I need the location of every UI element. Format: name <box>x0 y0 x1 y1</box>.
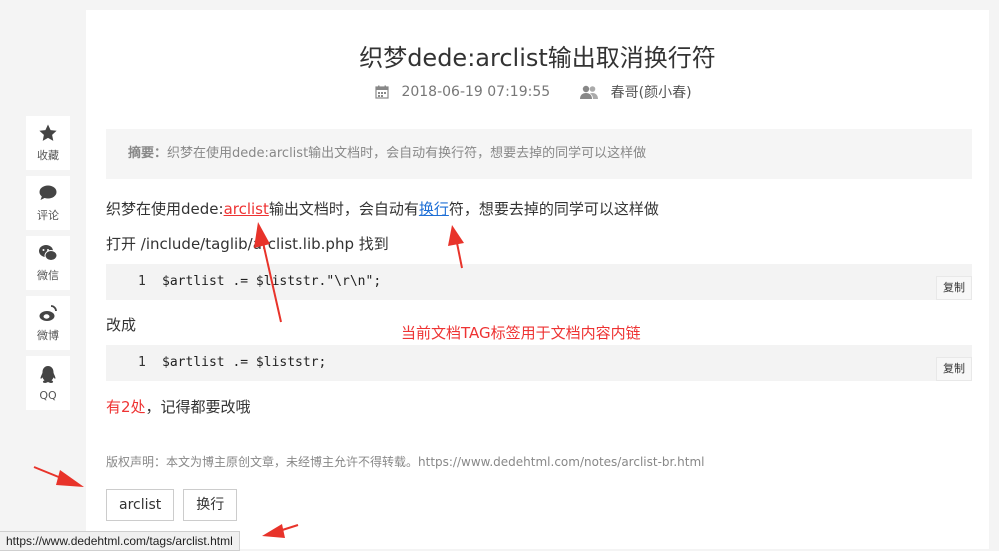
comment-label: 评论 <box>37 209 59 222</box>
line-number: 1 <box>138 355 146 370</box>
wechat-icon <box>39 245 58 261</box>
date-text: 2018-06-19 07:19:55 <box>401 84 551 100</box>
line-number: 1 <box>138 274 146 289</box>
article-title: 织梦dede:arclist输出取消换行符 <box>359 44 716 72</box>
favorite-button[interactable]: 收藏 <box>26 116 70 170</box>
tag-list: arclist 换行 <box>106 489 238 521</box>
qq-share-button[interactable]: QQ <box>26 356 70 410</box>
code-text: $artlist .= $liststr; <box>162 355 327 370</box>
article-summary: 摘要：织梦在使用dede:arclist输出文档时，会自动有换行符，想要去掉的同… <box>106 129 972 179</box>
intro-text-1: 织梦在使用dede: <box>106 200 224 218</box>
comment-button[interactable]: 评论 <box>26 176 70 230</box>
star-icon <box>39 124 57 141</box>
publish-date: 2018-06-19 07:19:55 <box>375 84 558 100</box>
note-paragraph: 有2处，记得都要改哦 <box>106 396 251 417</box>
intro-paragraph: 织梦在使用dede:arclist输出文档时，会自动有换行符，想要去掉的同学可以… <box>106 198 659 219</box>
wechat-label: 微信 <box>37 269 59 282</box>
article-meta: 2018-06-19 07:19:55 春哥(颜小春) <box>86 82 989 103</box>
copy-button[interactable]: 复制 <box>936 357 972 381</box>
comment-icon <box>39 185 57 200</box>
tag-link-arclist[interactable]: arclist <box>224 200 269 218</box>
code-text: $artlist .= $liststr."\r\n"; <box>162 274 382 289</box>
code-block-1: 1 $artlist .= $liststr."\r\n"; 复制 <box>106 264 972 300</box>
browser-status-url: https://www.dedehtml.com/tags/arclist.ht… <box>0 531 240 551</box>
weibo-share-button[interactable]: 微博 <box>26 296 70 350</box>
calendar-icon <box>375 85 390 99</box>
tag-button-arclist[interactable]: arclist <box>106 489 175 521</box>
tag-button-huanhang[interactable]: 换行 <box>183 489 238 521</box>
favorite-label: 收藏 <box>37 149 59 162</box>
step2-paragraph: 改成 <box>106 316 137 334</box>
article-card: 织梦dede:arclist输出取消换行符 2018-06-19 07:19:5… <box>86 10 989 549</box>
qq-icon <box>40 365 56 383</box>
note-text: ，记得都要改哦 <box>145 398 251 416</box>
weibo-label: 微博 <box>37 329 59 342</box>
intro-text-2: 输出文档时，会自动有 <box>268 200 419 218</box>
author[interactable]: 春哥(颜小春) <box>579 82 700 102</box>
copyright-notice: 版权声明：本文为博主原创文章，未经博主允许不得转载。https://www.de… <box>106 455 705 469</box>
step1-paragraph: 打开 /include/taglib/arclist.lib.php 找到 <box>106 235 389 253</box>
intro-text-3: 符，想要去掉的同学可以这样做 <box>448 200 659 218</box>
annotation-text: 当前文档TAG标签用于文档内容内链 <box>401 324 641 342</box>
arrow-icon <box>33 466 84 487</box>
author-name: 春哥(颜小春) <box>610 85 692 101</box>
summary-label: 摘要： <box>128 146 168 161</box>
wechat-share-button[interactable]: 微信 <box>26 236 70 290</box>
weibo-icon <box>39 305 57 321</box>
share-toolbar: 收藏 评论 微信 微博 QQ <box>26 116 70 410</box>
summary-text: 织梦在使用dede:arclist输出文档时，会自动有换行符，想要去掉的同学可以… <box>167 146 647 161</box>
tag-link-huanhang[interactable]: 换行 <box>419 200 449 218</box>
users-icon <box>579 85 598 99</box>
note-highlight: 有2处 <box>106 398 146 416</box>
qq-label: QQ <box>39 388 57 402</box>
copy-button[interactable]: 复制 <box>936 276 972 300</box>
code-block-2: 1 $artlist .= $liststr; 复制 <box>106 345 972 381</box>
